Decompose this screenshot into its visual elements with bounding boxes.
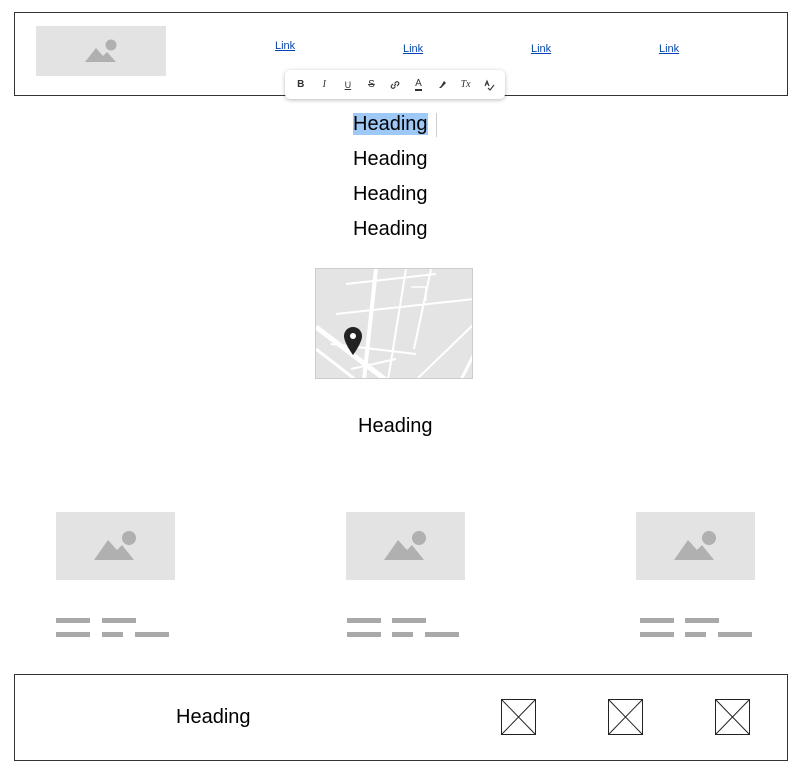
- card-1-text-line: [102, 632, 123, 637]
- link-icon: [390, 80, 400, 89]
- text-cursor: [436, 113, 437, 137]
- spellcheck-button[interactable]: [478, 74, 500, 96]
- map-pin-icon: [344, 327, 362, 355]
- image-icon: [674, 531, 716, 560]
- italic-icon: I: [322, 79, 326, 90]
- heading-4: Heading: [353, 218, 428, 240]
- footer-heading: Heading: [176, 706, 251, 728]
- nav-link-4[interactable]: Link: [659, 43, 679, 55]
- italic-button[interactable]: I: [313, 74, 335, 96]
- text-color-icon: A: [415, 77, 422, 91]
- card-1-text-line: [56, 618, 90, 623]
- card-2-image-placeholder: [346, 512, 465, 580]
- card-2-text-line: [392, 632, 413, 637]
- strikethrough-icon: S: [368, 79, 375, 90]
- text-color-button[interactable]: A: [408, 74, 430, 96]
- nav-link-3[interactable]: Link: [531, 43, 551, 55]
- card-2-text-line: [392, 618, 426, 623]
- card-1-text-line: [56, 632, 90, 637]
- card-2-text-line: [425, 632, 459, 637]
- image-icon: [85, 39, 117, 62]
- image-icon: [94, 531, 136, 560]
- heading-3: Heading: [353, 183, 428, 205]
- placeholder-x-icon: [715, 699, 750, 735]
- footer-icon-placeholder-2[interactable]: [608, 699, 643, 735]
- footer-icon-placeholder-3[interactable]: [715, 699, 750, 735]
- strikethrough-button[interactable]: S: [360, 74, 382, 96]
- heading-2: Heading: [353, 148, 428, 170]
- spellcheck-icon: [484, 79, 495, 91]
- logo-image-placeholder: [36, 26, 166, 76]
- footer-bar: [14, 674, 788, 761]
- card-2-text-line: [347, 632, 381, 637]
- card-3-text-line: [685, 632, 706, 637]
- card-2-text-line: [347, 618, 381, 623]
- map-placeholder[interactable]: [315, 268, 473, 379]
- card-3-text-line: [685, 618, 719, 623]
- card-3-image-placeholder: [636, 512, 755, 580]
- card-3-text-line: [640, 618, 674, 623]
- highlighter-icon: [439, 80, 447, 88]
- heading-1[interactable]: Heading: [353, 113, 428, 136]
- image-icon: [384, 531, 426, 560]
- map-graphic: [316, 269, 472, 378]
- highlight-button[interactable]: [431, 74, 453, 96]
- nav-link-2[interactable]: Link: [403, 43, 423, 55]
- clear-format-button[interactable]: Tx: [455, 74, 477, 96]
- selected-heading-text: Heading: [353, 113, 428, 135]
- card-1-text-line: [102, 618, 136, 623]
- link-button[interactable]: [384, 74, 406, 96]
- card-1-text-line: [135, 632, 169, 637]
- card-3-text-line: [718, 632, 752, 637]
- placeholder-x-icon: [608, 699, 643, 735]
- bold-icon: B: [297, 79, 305, 90]
- placeholder-x-icon: [501, 699, 536, 735]
- footer-icon-placeholder-1[interactable]: [501, 699, 536, 735]
- clear-format-icon: Tx: [460, 79, 471, 90]
- section-heading: Heading: [358, 415, 433, 437]
- bold-button[interactable]: B: [290, 74, 312, 96]
- nav-link-1[interactable]: Link: [275, 40, 295, 52]
- text-format-toolbar: B I U S A Tx: [285, 70, 505, 99]
- card-1-image-placeholder: [56, 512, 175, 580]
- underline-icon: U: [344, 79, 352, 90]
- underline-button[interactable]: U: [337, 74, 359, 96]
- card-3-text-line: [640, 632, 674, 637]
